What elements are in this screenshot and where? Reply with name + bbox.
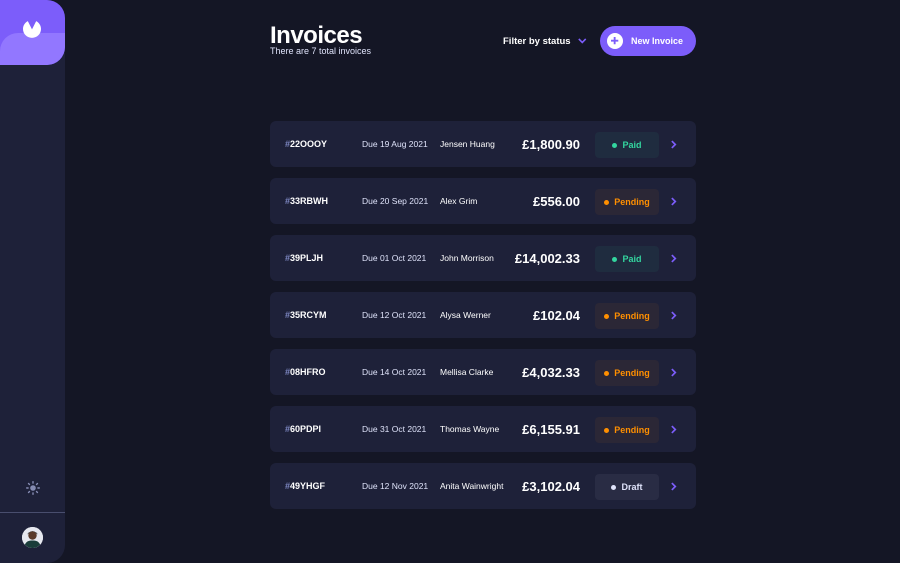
invoice-amount: £556.00 xyxy=(533,193,580,209)
invoice-id-value: 49YHGF xyxy=(290,481,326,491)
chevron-right-icon xyxy=(669,235,679,281)
status-badge: Pending xyxy=(595,417,659,443)
invoice-due-date: Due 31 Oct 2021 xyxy=(362,423,427,434)
logo-button[interactable] xyxy=(0,0,65,65)
invoice-row[interactable]: #60PDPI Due 31 Oct 2021 Thomas Wayne £6,155… xyxy=(270,406,696,452)
invoice-due-date: Due 20 Sep 2021 xyxy=(362,195,429,206)
invoice-id: #22OOOY xyxy=(285,121,327,167)
invoice-list: #22OOOY Due 19 Aug 2021 Jensen Huang £1,800… xyxy=(270,121,696,520)
invoice-amount: £3,102.04 xyxy=(522,478,580,494)
page-header: Invoices There are 7 total invoices Filt… xyxy=(270,22,696,62)
invoice-id-value: 22OOOY xyxy=(290,139,328,149)
status-label: Pending xyxy=(614,368,650,378)
chevron-right-icon xyxy=(669,406,679,452)
invoice-count: There are 7 total invoices xyxy=(270,46,372,56)
invoice-client-name: Alysa Werner xyxy=(440,309,491,320)
status-label: Paid xyxy=(622,140,642,150)
status-dot-icon xyxy=(612,256,618,262)
app-logo-icon xyxy=(23,21,41,38)
invoice-id-value: 35RCYM xyxy=(290,310,327,320)
invoice-id-value: 33RBWH xyxy=(290,196,329,206)
status-dot-icon xyxy=(604,313,610,319)
invoice-amount: £6,155.91 xyxy=(522,421,580,437)
chevron-right-icon xyxy=(669,178,679,224)
sun-icon xyxy=(26,481,40,495)
invoice-id-value: 39PLJH xyxy=(290,253,324,263)
new-invoice-button[interactable]: New Invoice xyxy=(600,26,696,56)
status-dot-icon xyxy=(604,427,610,433)
invoice-due-date: Due 12 Nov 2021 xyxy=(362,480,429,491)
chevron-down-icon xyxy=(577,38,586,44)
status-badge: Draft xyxy=(595,474,659,500)
invoice-amount: £14,002.33 xyxy=(514,250,580,266)
invoice-id-value: 08HFRO xyxy=(290,367,326,377)
chevron-right-icon xyxy=(669,349,679,395)
status-label: Pending xyxy=(614,425,650,435)
theme-toggle-button[interactable] xyxy=(24,479,42,497)
status-badge: Paid xyxy=(595,132,659,158)
invoice-client-name: John Morrison xyxy=(440,252,494,263)
status-dot-icon xyxy=(604,199,610,205)
invoice-id: #60PDPI xyxy=(285,406,321,452)
status-badge: Pending xyxy=(595,189,659,215)
invoice-id: #33RBWH xyxy=(285,178,328,224)
status-dot-icon xyxy=(612,142,618,148)
filter-label: Filter by status xyxy=(503,35,571,47)
chevron-right-icon xyxy=(669,463,679,509)
chevron-right-icon xyxy=(669,121,679,167)
invoice-id: #08HFRO xyxy=(285,349,326,395)
avatar[interactable] xyxy=(22,527,43,548)
status-badge: Pending xyxy=(595,303,659,329)
user-avatar-icon xyxy=(22,527,43,548)
sidebar xyxy=(0,0,65,563)
status-label: Pending xyxy=(614,311,650,321)
invoice-client-name: Anita Wainwright xyxy=(440,480,504,491)
invoice-id: #39PLJH xyxy=(285,235,323,281)
status-label: Paid xyxy=(622,254,642,264)
invoice-due-date: Due 19 Aug 2021 xyxy=(362,138,428,149)
invoice-id-value: 60PDPI xyxy=(290,424,322,434)
invoice-row[interactable]: #22OOOY Due 19 Aug 2021 Jensen Huang £1,800… xyxy=(270,121,696,167)
invoice-amount: £102.04 xyxy=(533,307,580,323)
invoice-row[interactable]: #08HFRO Due 14 Oct 2021 Mellisa Clarke £4,0… xyxy=(270,349,696,395)
app-root: Invoices There are 7 total invoices Filt… xyxy=(0,0,900,563)
status-label: Pending xyxy=(614,197,650,207)
invoice-due-date: Due 01 Oct 2021 xyxy=(362,252,427,263)
invoice-due-date: Due 14 Oct 2021 xyxy=(362,366,427,377)
chevron-right-icon xyxy=(669,292,679,338)
invoice-row[interactable]: #39PLJH Due 01 Oct 2021 John Morrison £14,0… xyxy=(270,235,696,281)
status-label: Draft xyxy=(621,482,643,492)
status-badge: Pending xyxy=(595,360,659,386)
invoice-client-name: Thomas Wayne xyxy=(440,423,500,434)
invoice-amount: £4,032.33 xyxy=(522,364,580,380)
new-invoice-label: New Invoice xyxy=(631,36,684,46)
invoice-client-name: Jensen Huang xyxy=(440,138,495,149)
invoice-row[interactable]: #33RBWH Due 20 Sep 2021 Alex Grim £556.00 Pe… xyxy=(270,178,696,224)
invoice-client-name: Alex Grim xyxy=(440,195,478,206)
invoice-client-name: Mellisa Clarke xyxy=(440,366,494,377)
status-dot-icon xyxy=(604,370,610,376)
plus-icon xyxy=(607,33,623,49)
invoice-row[interactable]: #35RCYM Due 12 Oct 2021 Alysa Werner £102.0… xyxy=(270,292,696,338)
status-badge: Paid xyxy=(595,246,659,272)
status-dot-icon xyxy=(611,484,617,490)
invoice-row[interactable]: #49YHGF Due 12 Nov 2021 Anita Wainwright £3… xyxy=(270,463,696,509)
invoice-amount: £1,800.90 xyxy=(522,136,580,152)
invoice-id: #49YHGF xyxy=(285,463,325,509)
sidebar-divider xyxy=(0,512,65,513)
invoice-due-date: Due 12 Oct 2021 xyxy=(362,309,427,320)
invoice-id: #35RCYM xyxy=(285,292,327,338)
filter-by-status-dropdown[interactable]: Filter by status xyxy=(503,34,587,48)
